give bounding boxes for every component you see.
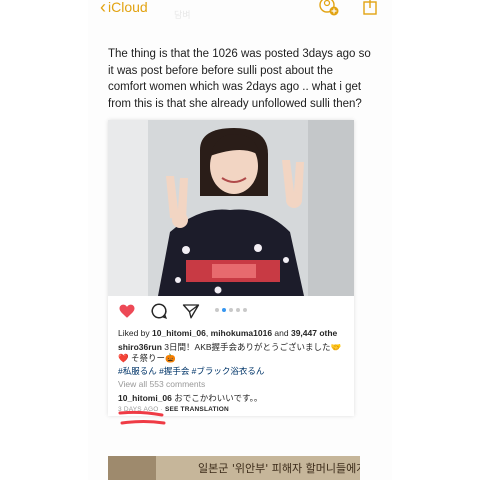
likes-and: and bbox=[272, 328, 291, 338]
view-all-comments-link[interactable]: View all 553 comments bbox=[118, 379, 205, 389]
post-caption: shiro36run 3日間！AKB握手会ありがとうございました🤝❤️ そ祭りー… bbox=[118, 342, 350, 364]
liker-link[interactable]: 10_hitomi_06 bbox=[152, 328, 206, 338]
book-spine bbox=[108, 456, 156, 480]
instagram-post-screenshot: Liked by 10_hitomi_06, mihokuma1016 and … bbox=[108, 120, 354, 416]
carousel-dot bbox=[229, 308, 233, 312]
book-cover-text: 일본군 '위안부' 피해자 할머니들에게 bbox=[198, 462, 360, 475]
likes-prefix: Liked by bbox=[118, 328, 153, 338]
notes-screen: ‹ iCloud 담벼 The thing is that the 1026 w… bbox=[88, 0, 392, 480]
carousel-dot bbox=[222, 308, 226, 312]
hashtags[interactable]: #私服るん #握手会 #ブラック浴衣るん bbox=[118, 365, 264, 377]
carousel-dots bbox=[108, 308, 354, 312]
caption-username[interactable]: shiro36run bbox=[118, 342, 162, 352]
comment: 10_hitomi_06 おでこかわいいです。。 bbox=[118, 392, 262, 404]
share-icon[interactable] bbox=[360, 0, 380, 16]
carousel-dot bbox=[215, 308, 219, 312]
book-cover-image: 일본군 '위안부' 피해자 할머니들에게 bbox=[108, 456, 360, 480]
carousel-dot bbox=[236, 308, 240, 312]
back-label: iCloud bbox=[108, 0, 148, 15]
notes-toolbar: ‹ iCloud 담벼 bbox=[88, 0, 392, 22]
add-person-icon[interactable] bbox=[318, 0, 339, 16]
comment-text: おでこかわいいです。。 bbox=[171, 393, 263, 403]
note-body[interactable]: The thing is that the 1026 was posted 3d… bbox=[108, 46, 372, 112]
likes-count[interactable]: 39,447 othe bbox=[291, 328, 337, 338]
post-photo bbox=[108, 120, 354, 296]
chevron-left-icon: ‹ bbox=[100, 0, 106, 17]
red-underline-marks bbox=[116, 409, 176, 439]
back-button[interactable]: ‹ iCloud bbox=[100, 0, 148, 16]
carousel-dot bbox=[243, 308, 247, 312]
faded-title: 담벼 bbox=[174, 10, 191, 20]
comment-username[interactable]: 10_hitomi_06 bbox=[118, 393, 172, 403]
likes-line: Liked by 10_hitomi_06, mihokuma1016 and … bbox=[118, 328, 354, 338]
liker-link[interactable]: mihokuma1016 bbox=[211, 328, 272, 338]
